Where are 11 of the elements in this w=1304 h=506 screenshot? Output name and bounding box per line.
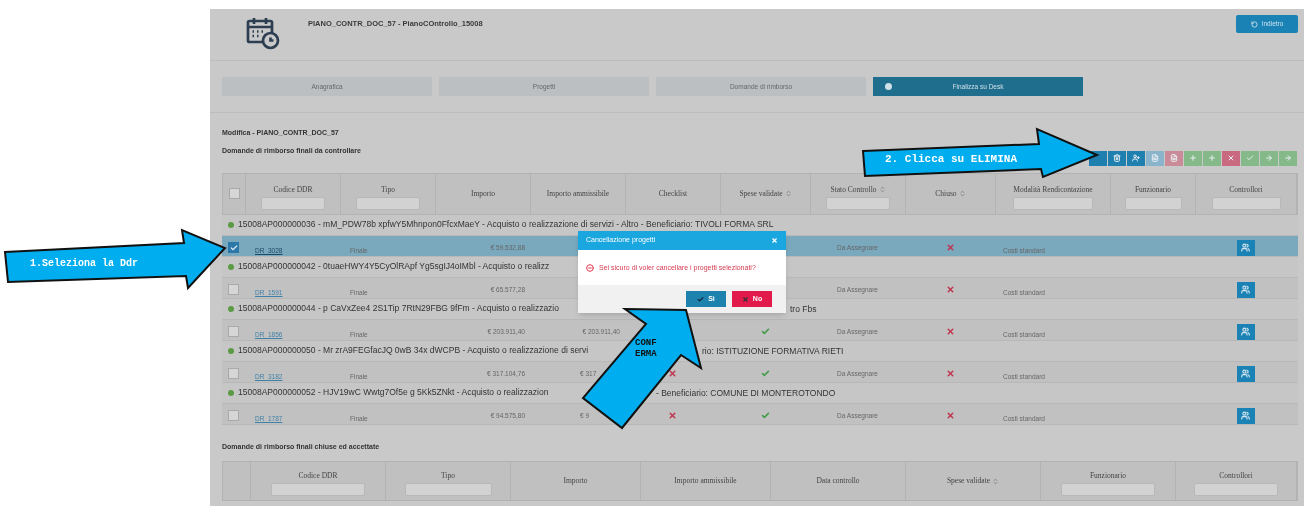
callout-text: 2. Clicca su ELIMINA [885,153,1018,165]
callout-text: CONF ERMA [635,338,657,359]
group-title: 15008AP000000036 - mM_PDW78b xpfwY5Mhnpon0FfcxMaeY - Acquisto o realizzazione di servizi - Altro - Beneficiario: TIVOLI FORMA SRL [238,218,774,231]
group-title: - Beneficiario: COMUNE DI MONTEROTONDO [656,386,836,400]
group-title: tro Fbs [790,302,817,316]
group-title: 15008AP000000044 - p CaVxZee4 2S1Tip 7RtN29FBG 9fFm - Acquisto o realizzazio [238,302,559,315]
group-title: 15008AP000000050 - Mr zrA9FEGfacJQ 0wB 34x dWCPB - Acquisto o realizzazione di servi [238,344,589,357]
group-title: 15008AP000000042 - 0tuaeHWY4Y5CyOlRApf Yg5sgIJ4oIMbl - Acquisto o realizz [238,260,550,273]
group-title: rio: ISTITUZIONE FORMATIVA RIETI [702,344,844,358]
group-title: 15008AP000000052 - HJV19wC Wwtg7Of5e g 5Kk5ZNkt - Acquisto o realizzazion [238,386,549,399]
callout-text: 1.Seleziona la Ddr [30,258,139,269]
